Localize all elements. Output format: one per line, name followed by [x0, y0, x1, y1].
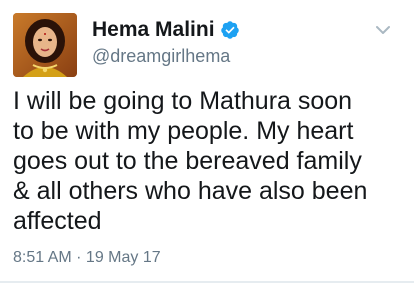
user-handle[interactable]: @dreamgirlhema: [92, 46, 374, 67]
tweet-text: I will be going to Mathura soon to be wi…: [13, 87, 368, 235]
avatar-image: [13, 13, 77, 77]
name-row: Hema Malini: [92, 16, 374, 44]
avatar[interactable]: [13, 13, 77, 77]
tweet-timestamp[interactable]: 8:51 AM · 19 May 17: [13, 249, 161, 267]
display-name[interactable]: Hema Malini: [92, 18, 215, 42]
verified-badge-icon: [220, 20, 240, 40]
tweet-card: Hema Malini @dreamgirlhema I will be goi…: [0, 0, 414, 283]
chevron-down-icon[interactable]: [376, 22, 390, 34]
tweet-author: Hema Malini @dreamgirlhema: [92, 16, 374, 67]
